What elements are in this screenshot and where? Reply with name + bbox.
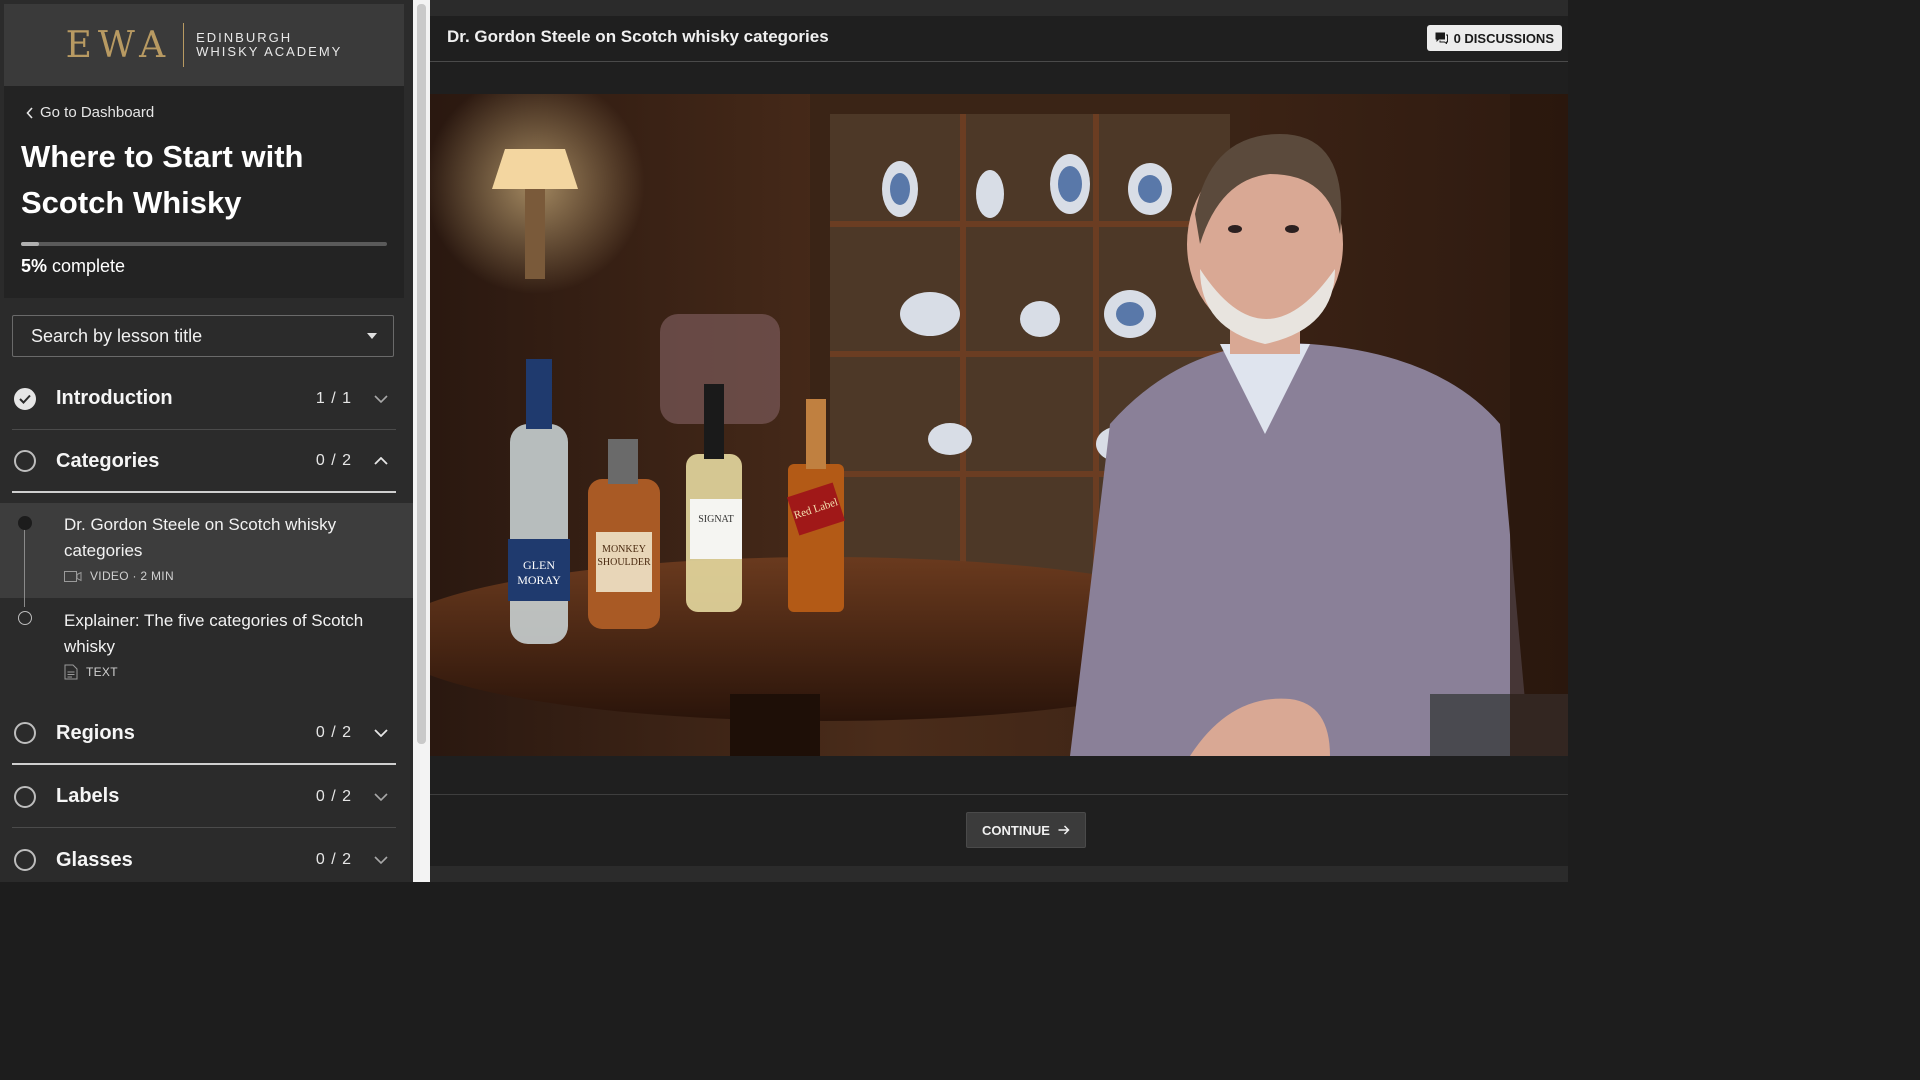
section-count: 1 / 1 <box>315 389 352 407</box>
lesson-meta-text: VIDEO · 2 MIN <box>90 569 174 583</box>
section-regions[interactable]: Regions 0 / 2 <box>12 703 396 765</box>
chat-bubble-icon <box>1435 32 1448 44</box>
lesson-search-dropdown[interactable]: Search by lesson title <box>12 315 394 357</box>
section-name: Labels <box>56 785 120 807</box>
incomplete-circle-icon <box>14 785 36 808</box>
document-icon <box>64 664 78 680</box>
section-count: 0 / 2 <box>315 787 352 805</box>
section-count: 0 / 2 <box>315 724 352 741</box>
brand-name-line2: WHISKY ACADEMY <box>196 44 343 59</box>
lesson-search-placeholder: Search by lesson title <box>31 325 203 346</box>
section-labels[interactable]: Labels 0 / 2 <box>12 766 396 828</box>
course-sidebar: EWA EDINBURGH WHISKY ACADEMY Go to Dashb… <box>0 0 413 882</box>
arrow-right-icon <box>1058 825 1070 835</box>
course-progress-bar <box>21 242 387 246</box>
video-player[interactable]: GLEN MORAY MONKEY SHOULDER SIGNAT Red La… <box>430 94 1568 756</box>
section-name: Categories <box>56 449 160 472</box>
course-title-line2: Scotch Whisky <box>21 185 242 220</box>
lesson-meta: TEXT <box>64 664 118 680</box>
lesson-meta: VIDEO · 2 MIN <box>64 569 174 583</box>
section-count: 0 / 2 <box>315 452 352 469</box>
section-glasses[interactable]: Glasses 0 / 2 <box>12 829 396 882</box>
lesson-title[interactable]: Explainer: The five categories of Scotch… <box>64 608 394 660</box>
sidebar-scrollbar[interactable] <box>413 0 430 882</box>
section-introduction[interactable]: Introduction 1 / 1 <box>12 368 396 430</box>
bottle-label-shoulder: SHOULDER <box>597 557 651 568</box>
chevron-down-icon <box>374 856 388 864</box>
discussions-label: 0 DISCUSSIONS <box>1453 30 1554 46</box>
section-name: Regions <box>56 721 135 744</box>
section-name: Introduction <box>56 387 173 409</box>
lesson-connector-line <box>24 529 25 607</box>
video-frame: GLEN MORAY MONKEY SHOULDER SIGNAT Red La… <box>430 94 1568 756</box>
course-progress-fill <box>21 242 40 246</box>
chevron-down-icon <box>374 792 388 801</box>
discussions-button[interactable]: 0 DISCUSSIONS <box>1426 25 1562 51</box>
progress-suffix: complete <box>47 256 126 276</box>
bottom-strip <box>430 866 1568 882</box>
course-card: Go to Dashboard Where to Start with Scot… <box>4 86 404 298</box>
bottle-label-glen: GLEN <box>523 558 555 572</box>
brand-header: EWA EDINBURGH WHISKY ACADEMY <box>4 4 404 86</box>
bottle-label-moray: MORAY <box>517 573 561 587</box>
section-categories[interactable]: Categories 0 / 2 <box>12 431 396 493</box>
continue-button[interactable]: CONTINUE <box>966 812 1086 848</box>
go-to-dashboard-link[interactable]: Go to Dashboard <box>26 104 154 121</box>
incomplete-circle-icon <box>14 450 36 472</box>
progress-percent: 5% <box>21 256 48 276</box>
incomplete-circle-icon <box>14 722 36 744</box>
lesson-header: Dr. Gordon Steele on Scotch whisky categ… <box>430 16 1568 62</box>
brand-name-line1: EDINBURGH <box>196 30 293 45</box>
video-camera-icon <box>64 570 82 582</box>
lesson-incomplete-dot-icon <box>18 611 32 625</box>
lesson-heading: Dr. Gordon Steele on Scotch whisky categ… <box>447 27 829 46</box>
brand-name: EDINBURGH WHISKY ACADEMY <box>196 31 342 59</box>
lesson-content: Dr. Gordon Steele on Scotch whisky categ… <box>430 0 1568 882</box>
chevron-left-icon <box>26 106 33 119</box>
sidebar-scrollbar-thumb[interactable] <box>417 4 426 744</box>
brand-logo[interactable]: EWA <box>66 25 172 66</box>
section-count: 0 / 2 <box>315 851 352 868</box>
brand-divider <box>183 23 185 67</box>
course-title-line1: Where to Start with <box>21 139 304 174</box>
bottle-label-signat: SIGNAT <box>698 514 734 525</box>
completed-check-icon <box>14 387 36 410</box>
course-title: Where to Start with Scotch Whisky <box>21 134 381 226</box>
video-bottom-divider <box>430 794 1568 795</box>
top-strip <box>430 0 1568 16</box>
go-to-dashboard-label: Go to Dashboard <box>40 104 155 121</box>
section-name: Glasses <box>56 848 133 871</box>
course-progress-text: 5% complete <box>21 256 125 277</box>
caret-down-icon <box>367 333 377 339</box>
lesson-meta-text: TEXT <box>86 665 118 679</box>
lesson-title[interactable]: Dr. Gordon Steele on Scotch whisky categ… <box>64 512 394 564</box>
chevron-down-icon <box>374 729 388 737</box>
incomplete-circle-icon <box>14 849 36 871</box>
chevron-down-icon <box>374 394 388 403</box>
continue-label: CONTINUE <box>982 822 1050 838</box>
current-lesson-dot-icon <box>18 516 32 530</box>
chevron-up-icon <box>374 457 388 465</box>
bottle-label-monkey: MONKEY <box>602 544 646 555</box>
